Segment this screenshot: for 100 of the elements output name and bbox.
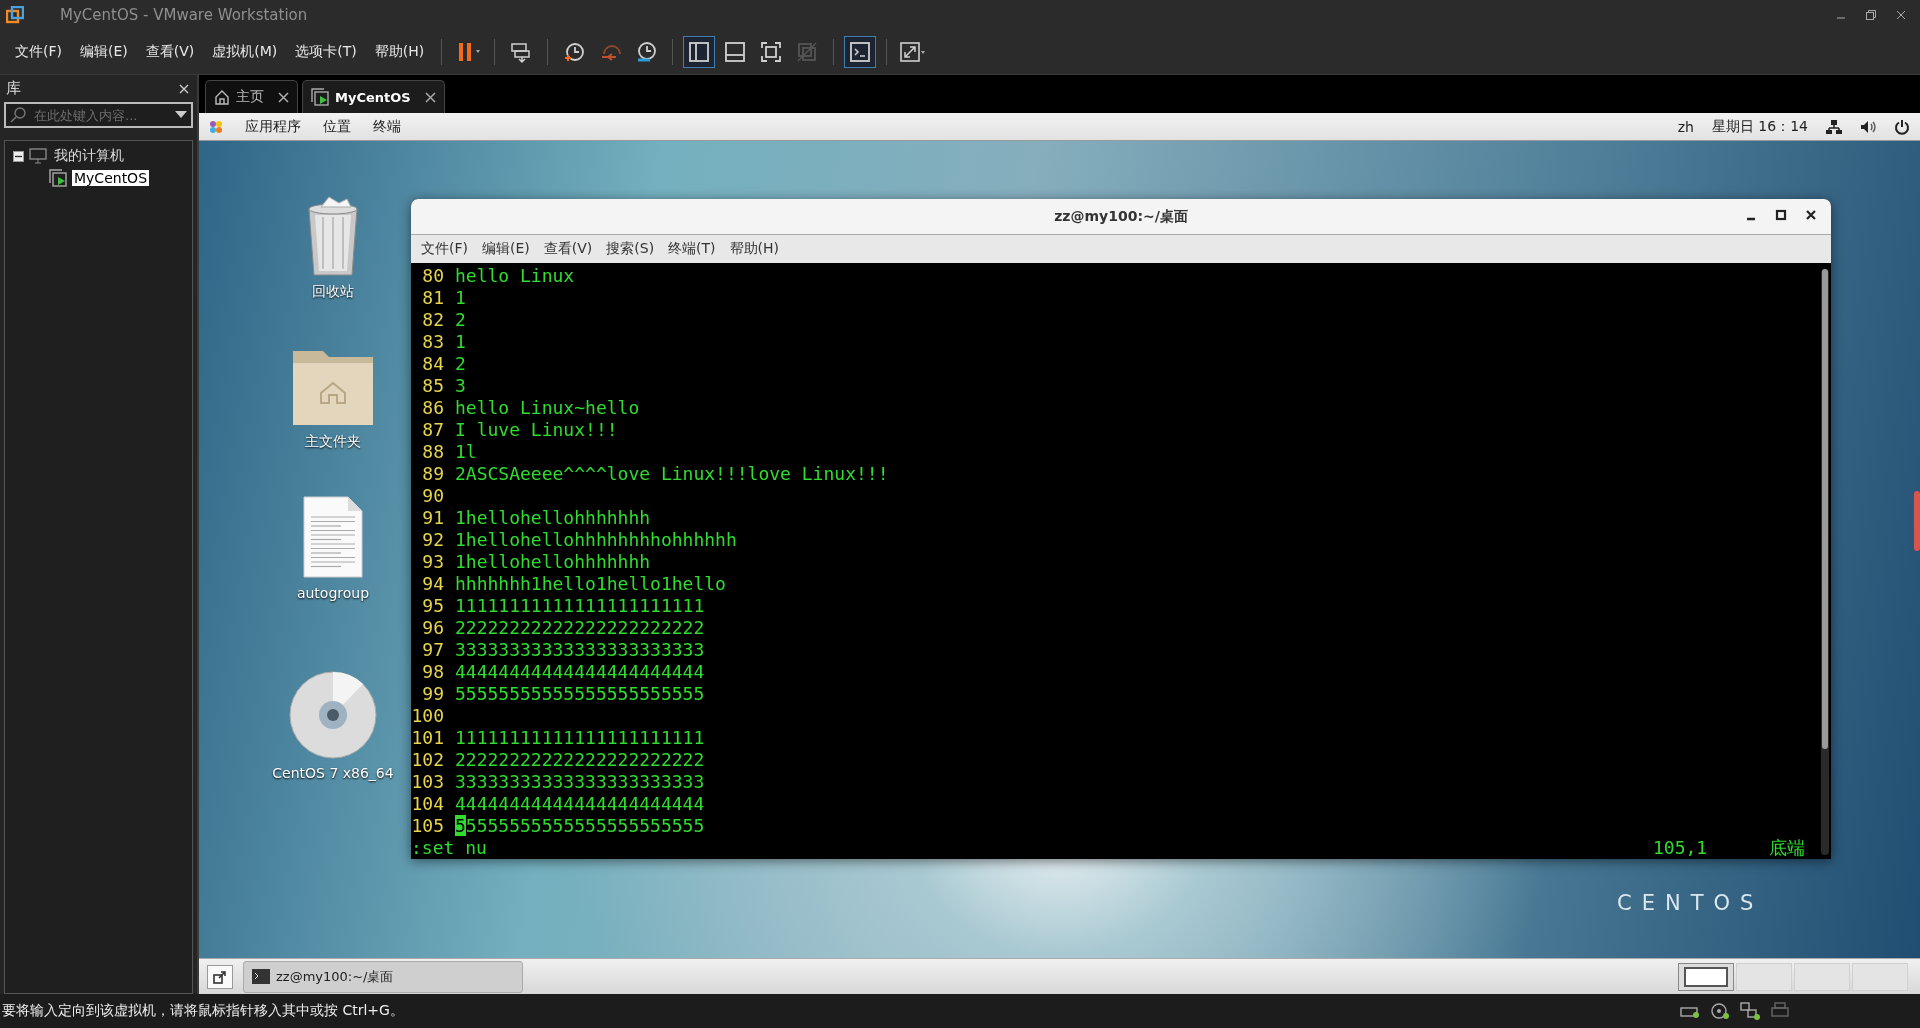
close-icon[interactable] — [179, 83, 189, 94]
tab[interactable]: 主页 — [205, 80, 298, 113]
menu-item[interactable]: 虚拟机(M) — [203, 43, 287, 61]
desktop-icon-label[interactable]: autogroup — [296, 585, 370, 601]
menu-item[interactable]: 选项卡(T) — [286, 43, 366, 61]
line-number: 85 — [421, 375, 444, 397]
code-line: 1hellohellohhhhhhh — [455, 551, 651, 573]
scroll-indicator — [1914, 491, 1920, 551]
line-number: 102 — [411, 749, 444, 771]
tree-item[interactable]: MyCentOS — [72, 170, 150, 186]
search-field[interactable]: 在此处键入内容... — [32, 106, 169, 124]
network-icon[interactable] — [1826, 119, 1842, 134]
scrollbar[interactable] — [1821, 269, 1829, 855]
wallpaper-text: CENTOS — [1617, 891, 1764, 915]
code-line: 1 — [455, 331, 466, 353]
terminal-title: zz@my100:~/桌面 — [1054, 207, 1188, 226]
code-line: 33333333333333333333333 — [455, 639, 705, 661]
terminal-icon — [252, 969, 270, 984]
menu-item[interactable]: 文件(F) — [6, 43, 71, 61]
line-number: 81 — [421, 287, 444, 309]
close-icon[interactable] — [424, 91, 436, 103]
sidebar-view-icon[interactable] — [683, 36, 716, 68]
menu-item[interactable]: 文件(F) — [415, 240, 474, 259]
clock[interactable]: 星期日 16：14 — [1711, 117, 1808, 136]
code-line: 1hellohellohhhhhhh — [455, 507, 651, 529]
maximize-icon[interactable] — [1773, 207, 1789, 223]
input-method[interactable]: zh — [1677, 118, 1694, 135]
disc-icon — [289, 671, 377, 759]
vm-icon — [49, 169, 67, 187]
printer-icon[interactable] — [1770, 1002, 1790, 1020]
menu-item[interactable]: 搜索(S) — [600, 240, 661, 259]
close-icon[interactable] — [278, 91, 289, 103]
line-number: 98 — [421, 661, 444, 683]
line-number: 95 — [421, 595, 444, 617]
line-number: 90 — [421, 485, 444, 507]
menu-item[interactable]: 编辑(E) — [71, 43, 137, 61]
code-line: 55555555555555555555555 — [455, 815, 705, 837]
code-line: 2 — [455, 309, 466, 331]
taskbar-item[interactable]: zz@my100:~/桌面 — [243, 960, 523, 993]
volume-icon[interactable] — [1860, 119, 1876, 134]
line-number: 103 — [411, 771, 444, 793]
menu-item[interactable]: 终端 — [361, 117, 401, 136]
tab[interactable]: MyCentOS — [302, 80, 445, 113]
workspace-button[interactable] — [1678, 962, 1734, 991]
menu-item[interactable]: 应用程序 — [233, 117, 301, 136]
show-desktop-button[interactable] — [207, 964, 233, 989]
apps-icon — [209, 119, 223, 134]
menu-item[interactable]: 查看(V) — [136, 43, 204, 61]
line-number: 82 — [421, 309, 444, 331]
menu-item[interactable]: 位置 — [311, 117, 351, 136]
code-line: 2ASCSAeeee^^^^love Linux!!!love Linux!!! — [455, 463, 889, 485]
desktop-icon-label[interactable]: CentOS 7 x86_64 — [272, 765, 394, 781]
line-number: 100 — [411, 705, 444, 727]
status-message: 要将输入定向到该虚拟机，请将鼠标指针移入其中或按 Ctrl+G。 — [2, 1002, 404, 1020]
vm-icon — [311, 88, 329, 106]
line-number: 97 — [421, 639, 444, 661]
code-line: I luve Linux!!! — [455, 419, 618, 441]
code-line: 1l — [455, 441, 477, 463]
computer-icon — [29, 148, 47, 164]
line-number: 101 — [411, 727, 444, 749]
app-logo-icon — [6, 6, 24, 24]
code-line: 1 — [455, 287, 466, 309]
search-box[interactable]: 在此处键入内容... — [4, 102, 193, 128]
window-title: MyCentOS - VMware Workstation — [60, 6, 308, 24]
line-number: 104 — [411, 793, 444, 815]
menu-item[interactable]: 终端(T) — [662, 240, 722, 259]
line-number: 83 — [421, 331, 444, 353]
code-line: 2 — [455, 353, 466, 375]
line-number: 96 — [421, 617, 444, 639]
restore-icon[interactable] — [1866, 10, 1876, 20]
network-adapter-icon[interactable] — [1740, 1002, 1760, 1020]
tree-item[interactable]: 我的计算机 — [52, 147, 126, 165]
desktop-icon-label[interactable]: 回收站 — [312, 283, 354, 301]
code-line: 3 — [455, 375, 466, 397]
panel-title: 库 — [6, 79, 21, 98]
console-view-icon[interactable] — [844, 36, 877, 68]
line-number: 88 — [421, 441, 444, 463]
collapse-icon[interactable] — [13, 150, 24, 162]
code-line: 44444444444444444444444 — [455, 661, 705, 683]
show-desktop-icon — [213, 969, 227, 984]
power-icon[interactable] — [1894, 118, 1910, 135]
code-line: 22222222222222222222222 — [455, 749, 705, 771]
menu-item[interactable]: 编辑(E) — [476, 240, 536, 259]
menu-item[interactable]: 帮助(H) — [723, 240, 786, 259]
dropdown-icon[interactable] — [175, 111, 187, 119]
code-line: 11111111111111111111111 — [455, 727, 705, 749]
line-number: 80 — [421, 265, 444, 287]
cursor-position: 105,1 — [1653, 837, 1709, 859]
cd-icon[interactable] — [1710, 1002, 1730, 1020]
line-number: 93 — [421, 551, 444, 573]
line-number: 94 — [421, 573, 444, 595]
desktop-icon-label[interactable]: 主文件夹 — [305, 433, 361, 451]
line-number: 105 — [411, 815, 444, 837]
close-icon[interactable] — [1896, 10, 1906, 20]
code-line: 33333333333333333333333 — [455, 771, 705, 793]
menu-item[interactable]: 查看(V) — [537, 240, 599, 259]
menu-item[interactable]: 帮助(H) — [365, 43, 434, 61]
line-number: 99 — [421, 683, 444, 705]
code-line: 22222222222222222222222 — [455, 617, 705, 639]
text-file-icon — [302, 495, 364, 579]
